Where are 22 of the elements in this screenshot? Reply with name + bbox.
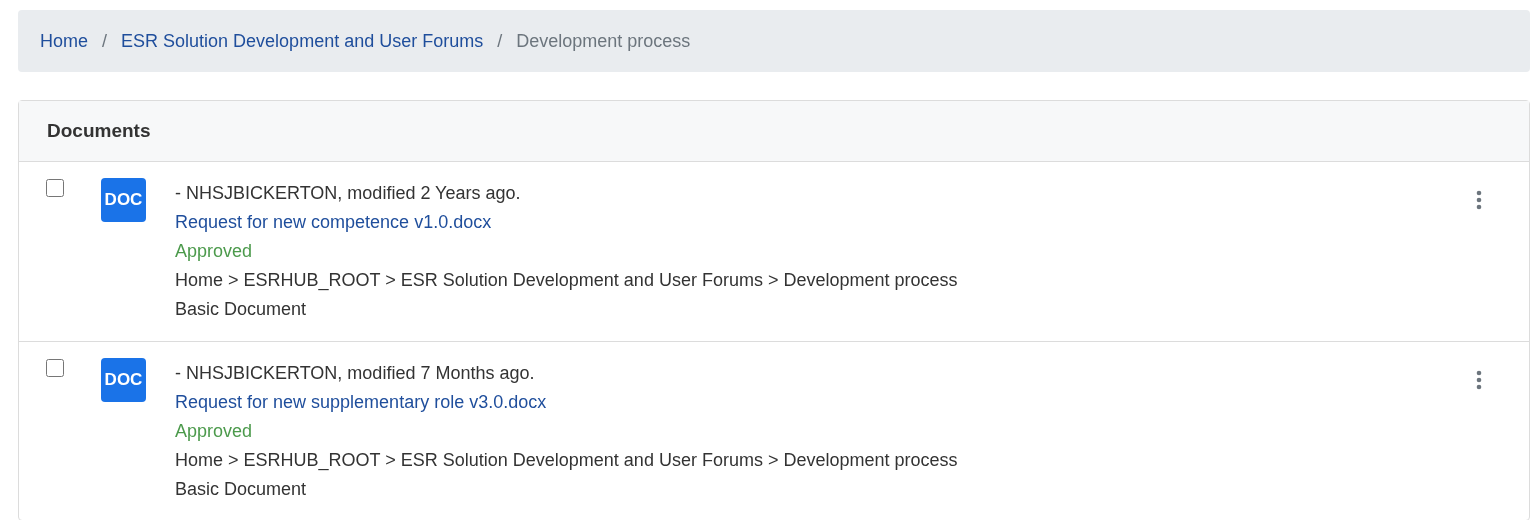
breadcrumb-link[interactable]: Home	[40, 27, 88, 55]
breadcrumb-link[interactable]: ESR Solution Development and User Forums	[121, 27, 484, 55]
document-path: Home > ESRHUB_ROOT > ESR Solution Development and User Forums > Development process	[175, 269, 958, 293]
document-meta: - NHSJBICKERTON, modified 2 Years ago.	[175, 182, 522, 205]
card-title: Documents	[47, 118, 151, 143]
more-vertical-icon	[1476, 370, 1482, 390]
row-checkbox[interactable]	[46, 179, 64, 197]
doc-file-icon: DOC	[101, 358, 146, 402]
document-path: Home > ESRHUB_ROOT > ESR Solution Development and User Forums > Development process	[175, 449, 958, 473]
doc-file-icon: DOC	[101, 178, 146, 222]
document-link[interactable]: Request for new supplementary role v3.0.docx	[175, 388, 547, 417]
status-label: Approved	[175, 420, 253, 443]
breadcrumb-separator: /	[496, 29, 504, 53]
breadcrumb-separator: /	[101, 29, 109, 53]
document-link[interactable]: Request for new competence v1.0.docx	[175, 208, 492, 237]
breadcrumb-current: Development process	[516, 29, 691, 53]
more-vertical-icon	[1476, 190, 1482, 210]
row-checkbox[interactable]	[46, 359, 64, 377]
document-type: Basic Document	[175, 478, 307, 501]
document-type: Basic Document	[175, 298, 307, 321]
document-meta: - NHSJBICKERTON, modified 7 Months ago.	[175, 362, 536, 385]
status-label: Approved	[175, 240, 253, 263]
